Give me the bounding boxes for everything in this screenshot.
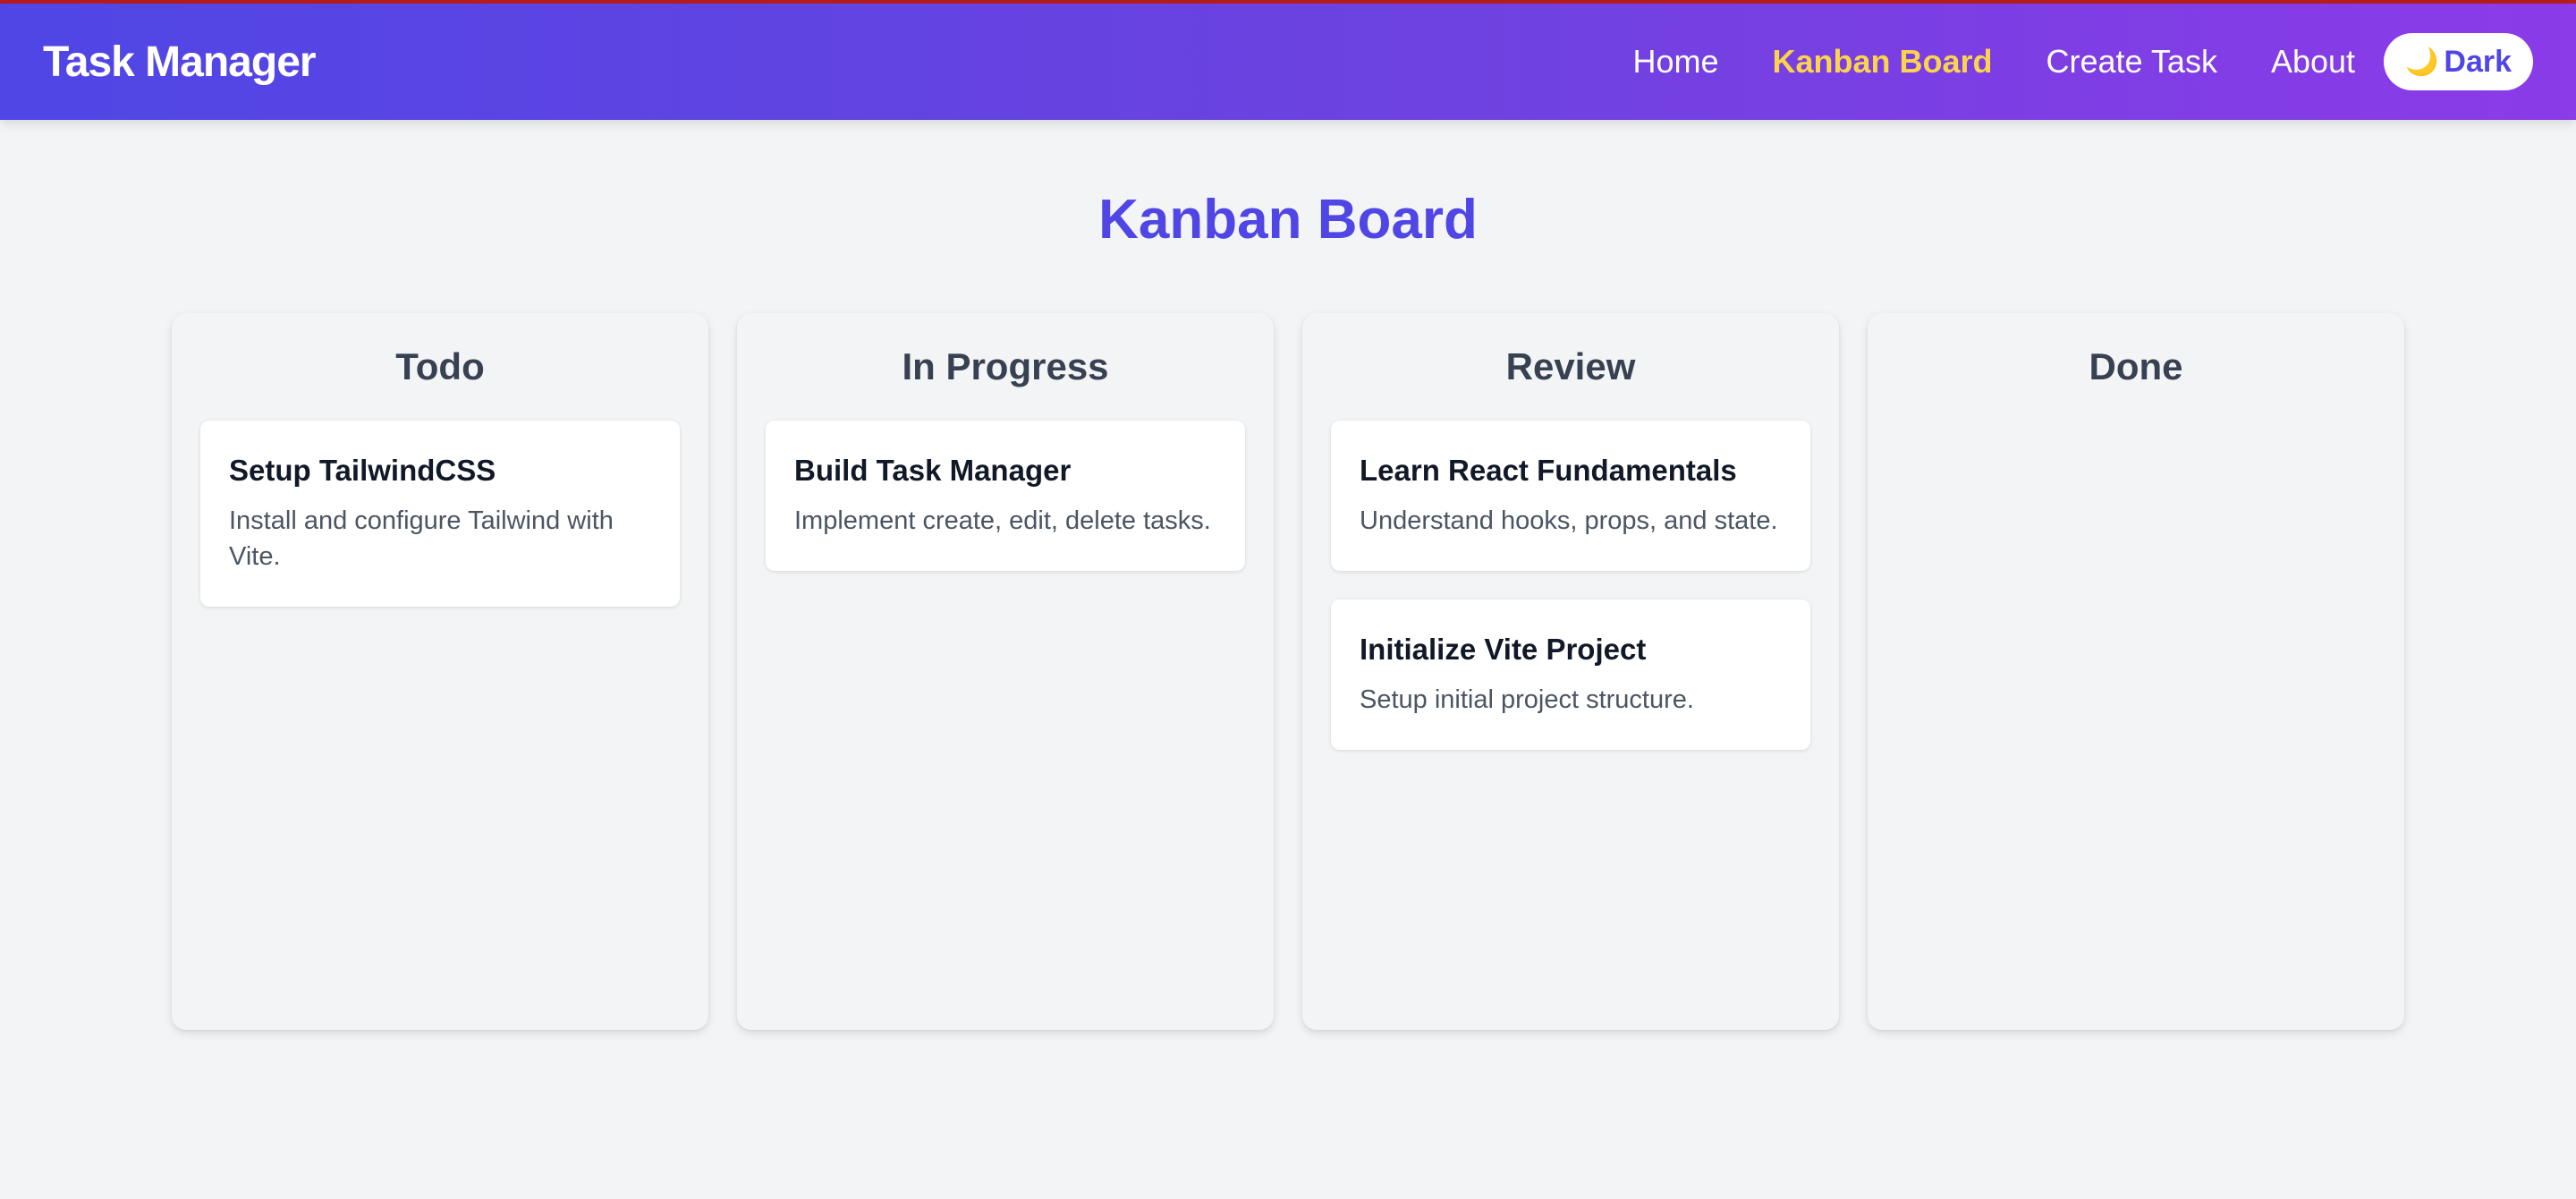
column-title: Todo — [395, 345, 485, 387]
nav-links: Home Kanban Board Create Task About 🌙 Da… — [1632, 4, 2533, 120]
task-card-title: Learn React Fundamentals — [1360, 454, 1737, 487]
task-card-title: Build Task Manager — [794, 454, 1072, 487]
column-title: Done — [2089, 345, 2183, 387]
task-card-description: Implement create, edit, delete tasks. — [794, 506, 1211, 535]
task-card[interactable]: Build Task Manager Implement create, edi… — [766, 421, 1245, 571]
column-review: Review Learn React Fundamentals Understa… — [1302, 313, 1839, 1030]
column-done: Done — [1868, 313, 2404, 1030]
page-title: Kanban Board — [1098, 189, 1478, 251]
task-card[interactable]: Initialize Vite Project Setup initial pr… — [1331, 600, 1810, 750]
task-card[interactable]: Setup TailwindCSS Install and configure … — [200, 421, 680, 607]
kanban-board: Todo Setup TailwindCSS Install and confi… — [172, 313, 2404, 1030]
column-in-progress: In Progress Build Task Manager Implement… — [737, 313, 1274, 1030]
task-card[interactable]: Learn React Fundamentals Understand hook… — [1331, 421, 1810, 571]
task-card-title: Setup TailwindCSS — [229, 454, 496, 487]
nav-link-kanban-board[interactable]: Kanban Board — [1772, 43, 1992, 81]
task-card-description: Setup initial project structure. — [1360, 685, 1694, 714]
theme-toggle-label: Dark — [2444, 44, 2512, 79]
task-card-description: Understand hooks, props, and state. — [1360, 506, 1778, 535]
moon-icon: 🌙 — [2405, 47, 2439, 77]
task-card-description: Install and configure Tailwind with Vite… — [229, 506, 614, 571]
app-brand[interactable]: Task Manager — [43, 4, 317, 120]
nav-link-create-task[interactable]: Create Task — [2046, 43, 2217, 81]
column-title: Review — [1505, 345, 1636, 387]
navbar: Task Manager Home Kanban Board Create Ta… — [0, 4, 2576, 120]
nav-link-about[interactable]: About — [2271, 43, 2355, 81]
column-todo: Todo Setup TailwindCSS Install and confi… — [172, 313, 708, 1030]
column-title: In Progress — [902, 345, 1109, 387]
theme-toggle-button[interactable]: 🌙 Dark — [2384, 33, 2533, 90]
nav-link-home[interactable]: Home — [1632, 43, 1718, 81]
task-card-title: Initialize Vite Project — [1360, 633, 1647, 666]
